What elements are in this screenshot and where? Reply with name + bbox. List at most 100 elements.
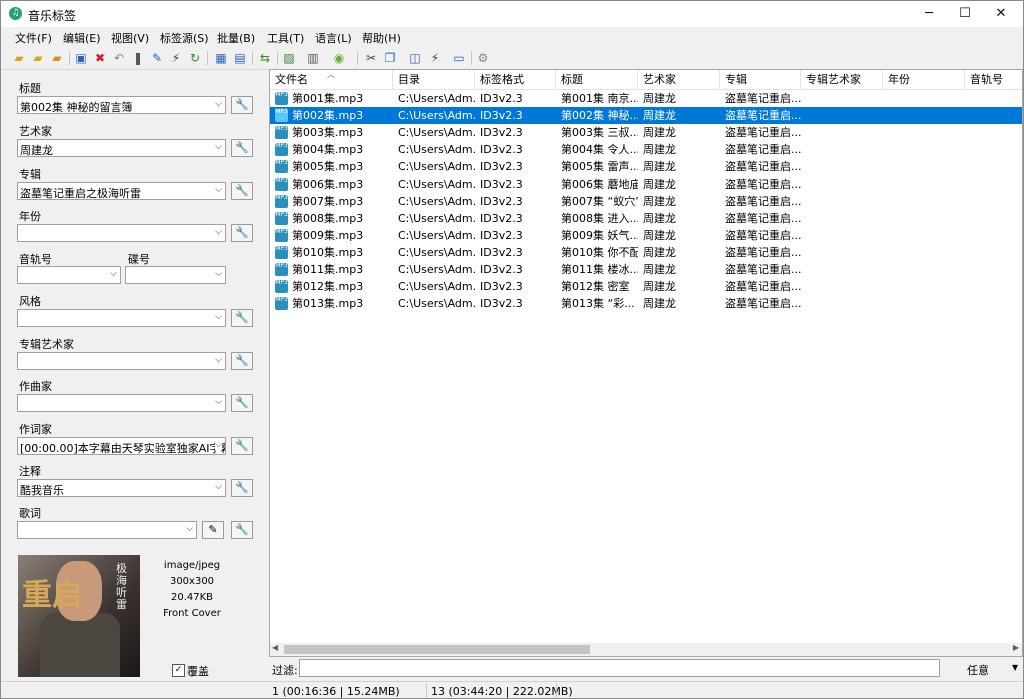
genre-combo[interactable]: ⌵ [17,309,226,327]
menu-bar: 文件(F) 编辑(E) 视图(V) 标签源(S) 批量(B) 工具(T) 语言(… [1,27,1023,47]
table-row[interactable]: 第004集.mp3 C:\Users\Adm... ID3v2.3 第004集 令人.… [270,141,1022,158]
table-row[interactable]: 第002集.mp3 C:\Users\Adm... ID3v2.3 第002集 神秘.… [270,107,1022,125]
column-track[interactable]: 音轨号 [965,70,1022,89]
menu-view[interactable]: 视图(V) [111,30,149,46]
image-icon[interactable]: ▨ [281,50,297,66]
save-icon[interactable]: ▣ [73,50,89,66]
album-combo[interactable]: 盗墓笔记重启之极海听雷 ⌵ [17,182,226,200]
maximize-button[interactable]: ☐ [947,1,983,27]
cell-album: 盗墓笔记重启... [725,92,801,105]
column-title[interactable]: 标题 [556,70,638,89]
artist-combo[interactable]: 周建龙 ⌵ [17,139,226,157]
open-folder-icon[interactable]: ▰ [11,50,27,66]
convert-icon[interactable]: ⇆ [257,50,273,66]
lyrics-edit-button[interactable]: ✎ [202,521,224,539]
table-row[interactable]: 第003集.mp3 C:\Users\Adm... ID3v2.3 第003集 三叔.… [270,124,1022,141]
grid-view-icon[interactable]: ▦ [213,50,229,66]
column-artist[interactable]: 艺术家 [638,70,720,89]
lyrics-tool-button[interactable]: 🔧 [231,521,253,539]
track-combo[interactable]: ⌵ [17,266,121,284]
overwrite-checkbox[interactable]: ✓ [172,664,185,677]
screen-icon[interactable]: ▭ [451,50,467,66]
menu-batch[interactable]: 批量(B) [217,30,255,46]
album-artist-combo[interactable]: ⌵ [17,352,226,370]
scroll-right-icon[interactable]: ▶ [1013,643,1019,652]
lyricist-tool-button[interactable]: 🔧 [231,437,253,455]
column-year[interactable]: 年份 [883,70,965,89]
column-tag-format[interactable]: 标签格式 [475,70,556,89]
close-button[interactable]: ✕ [983,1,1019,27]
cell-directory: C:\Users\Adm... [398,92,475,105]
title-tool-button[interactable]: 🔧 [231,96,253,114]
menu-file[interactable]: 文件(F) [15,30,52,46]
add-folder-icon[interactable]: ▰ [30,50,46,66]
table-row[interactable]: 第013集.mp3 C:\Users\Adm... ID3v2.3 第013集 “彩.… [270,295,1022,312]
chevron-down-icon[interactable]: ▼ [1012,663,1018,672]
comment-combo[interactable]: 酷我音乐 ⌵ [17,479,226,497]
column-album-artist[interactable]: 专辑艺术家 [801,70,883,89]
table-row[interactable]: 第009集.mp3 C:\Users\Adm... ID3v2.3 第009集 妖气.… [270,227,1022,244]
table-row[interactable]: 第012集.mp3 C:\Users\Adm... ID3v2.3 第012集 密室周… [270,278,1022,295]
delete-icon[interactable]: ✖ [92,50,108,66]
year-tool-button[interactable]: 🔧 [231,224,253,242]
add-files-icon[interactable]: ▰ [49,50,65,66]
list-view-icon[interactable]: ▤ [232,50,248,66]
album-artist-tool-button[interactable]: 🔧 [231,352,253,370]
cover-type: Front Cover [163,608,221,619]
table-row[interactable]: 第005集.mp3 C:\Users\Adm... ID3v2.3 第005集 雷声.… [270,158,1022,175]
lyricist-combo[interactable]: [00:00.00]本字幕由天琴实验室独家AI字幕技 ⌵ [17,437,226,455]
copy-icon[interactable]: ❐ [382,50,398,66]
window-icon[interactable]: ◫ [407,50,423,66]
wrench-icon[interactable]: ✎ [149,50,165,66]
column-directory[interactable]: 目录 [393,70,475,89]
menu-help[interactable]: 帮助(H) [362,30,401,46]
cell-tag-format: ID3v2.3 [480,297,523,311]
export-icon[interactable]: ⚡ [427,50,443,66]
disc-combo[interactable]: ⌵ [125,266,226,284]
table-row[interactable]: 第001集.mp3 C:\Users\Adm... ID3v2.3 第001集 南京.… [270,90,1022,107]
comment-tool-button[interactable]: 🔧 [231,479,253,497]
scrollbar-thumb[interactable] [284,645,590,654]
column-album[interactable]: 专辑 [720,70,801,89]
artist-tool-button[interactable]: 🔧 [231,139,253,157]
horizontal-scrollbar[interactable]: ◀ ▶ [270,643,1022,656]
scroll-left-icon[interactable]: ◀ [272,643,278,652]
tag-editor-icon[interactable]: ❚ [130,50,146,66]
tools-icon[interactable]: ✂ [363,50,379,66]
status-total: 13 (03:44:20 | 222.02MB) [431,685,573,698]
cell-album: 盗墓笔记重启... [725,109,801,123]
album-tool-button[interactable]: 🔧 [231,182,253,200]
lyrics-combo[interactable]: ⌵ [17,521,197,539]
menu-tag-source[interactable]: 标签源(S) [160,30,209,46]
title-combo[interactable]: 第002集 神秘的留言簿 ⌵ [17,96,226,114]
composer-tool-button[interactable]: 🔧 [231,394,253,412]
gear-icon[interactable]: ⚙ [475,50,491,66]
tag-source-dropdown-icon[interactable]: ⚡ [168,50,184,66]
menu-language[interactable]: 语言(L) [315,30,352,46]
table-row[interactable]: 第008集.mp3 C:\Users\Adm... ID3v2.3 第008集 进入.… [270,210,1022,227]
menu-edit[interactable]: 编辑(E) [63,30,101,46]
menu-tools[interactable]: 工具(T) [267,30,304,46]
genre-tool-button[interactable]: 🔧 [231,309,253,327]
table-icon[interactable]: ▥ [305,50,321,66]
table-row[interactable]: 第006集.mp3 C:\Users\Adm... ID3v2.3 第006集 蘑地庙… [270,176,1022,193]
cell-album: 盗墓笔记重启... [725,211,801,225]
media-icon[interactable]: ◉ [331,50,347,66]
album-cover-image[interactable]: 重启 极海听雷 [18,555,140,677]
column-filename[interactable]: 文件名 ︿ [270,70,393,89]
table-row[interactable]: 第011集.mp3 C:\Users\Adm... ID3v2.3 第011集 楼冰.… [270,261,1022,278]
minimize-button[interactable]: ─ [911,1,947,27]
cell-title: 第008集 进入... [561,211,638,225]
filter-input[interactable] [299,659,940,677]
table-row[interactable]: 第007集.mp3 C:\Users\Adm... ID3v2.3 第007集 “蚁穴… [270,193,1022,210]
cell-album: 盗墓笔记重启... [725,228,801,242]
table-row[interactable]: 第010集.mp3 C:\Users\Adm... ID3v2.3 第010集 你不配… [270,244,1022,261]
chevron-down-icon: ⌵ [215,482,222,492]
refresh-icon[interactable]: ↻ [187,50,203,66]
cover-size: 20.47KB [170,592,214,603]
undo-icon[interactable]: ↶ [111,50,127,66]
year-combo[interactable]: ⌵ [17,224,226,242]
cell-title: 第009集 妖气... [561,228,638,242]
filter-mode-select[interactable]: 任意 [967,662,989,678]
composer-combo[interactable]: ⌵ [17,394,226,412]
